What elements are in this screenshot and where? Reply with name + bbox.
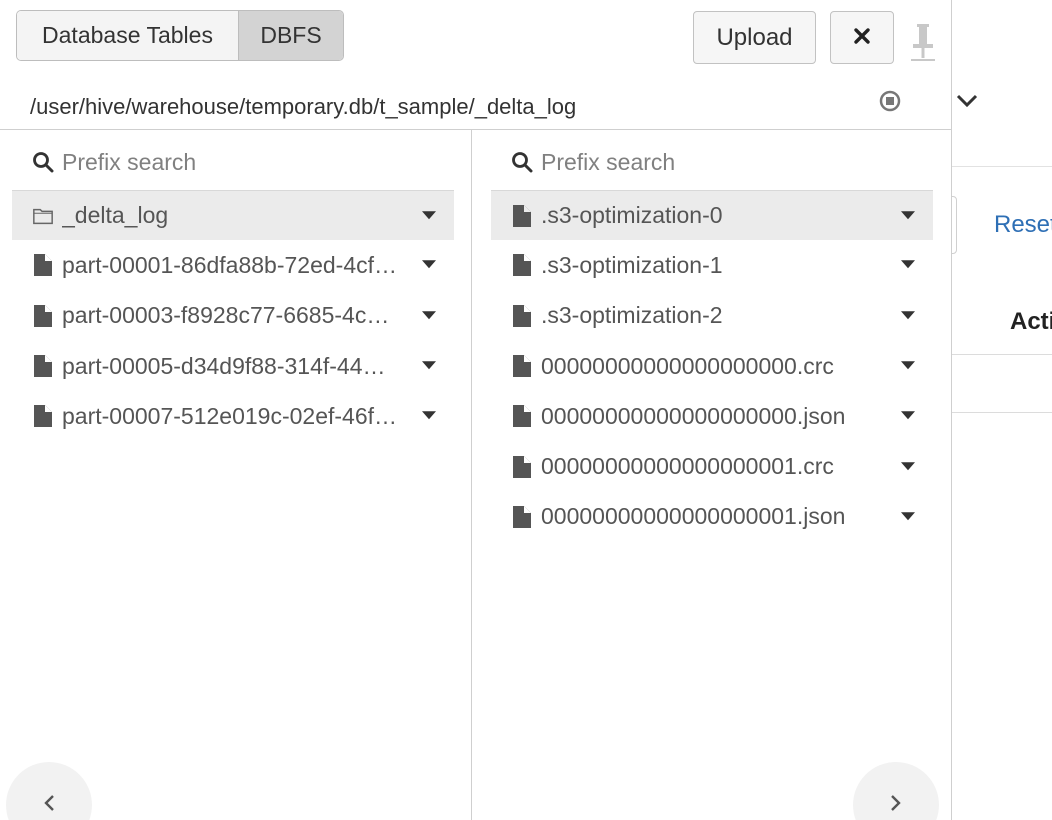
file-icon (32, 304, 54, 328)
chevron-down-icon[interactable] (422, 411, 436, 420)
item-name: .s3-optimization-1 (541, 251, 723, 278)
file-icon (511, 455, 533, 479)
divider (952, 354, 1052, 355)
close-button[interactable] (830, 11, 894, 64)
reset-link[interactable]: Reset (994, 211, 1052, 239)
divider (952, 412, 1052, 413)
file-list-right: .s3-optimization-0 .s3-optimization-1 .s… (491, 190, 933, 542)
item-name: .s3-optimization-0 (541, 202, 723, 229)
file-icon (32, 253, 54, 277)
item-name: 00000000000000000000.crc (541, 352, 834, 379)
actions-column-header: Acti (1010, 308, 1052, 335)
tab-dbfs[interactable]: DBFS (239, 11, 343, 60)
background-page: Reset Acti (952, 0, 1052, 820)
stop-icon[interactable] (879, 90, 901, 112)
list-item[interactable]: .s3-optimization-1 (491, 240, 933, 290)
search-placeholder: Prefix search (62, 148, 197, 175)
tab-database-tables[interactable]: Database Tables (17, 11, 239, 60)
item-name: 00000000000000000001.crc (541, 453, 834, 480)
chevron-down-icon[interactable] (901, 361, 915, 370)
right-column: Prefix search .s3-optimization-0 .s3-opt… (473, 130, 952, 820)
item-name: part-00003-f8928c77-6685-4c… (62, 302, 390, 329)
left-column: Prefix search _delta_log part-00001-86df… (0, 130, 472, 820)
chevron-down-icon[interactable] (422, 310, 436, 319)
search-icon (512, 152, 533, 173)
upload-button[interactable]: Upload (693, 11, 816, 64)
prefix-search-right[interactable]: Prefix search (511, 144, 675, 180)
chevron-down-icon[interactable] (901, 310, 915, 319)
chevron-down-icon[interactable] (422, 361, 436, 370)
item-name: part-00005-d34d9f88-314f-44… (62, 352, 386, 379)
file-icon (32, 354, 54, 378)
item-name: .s3-optimization-2 (541, 302, 723, 329)
list-item[interactable]: _delta_log (12, 190, 454, 241)
chevron-down-icon[interactable] (901, 512, 915, 521)
chevron-right-icon (891, 795, 901, 811)
chevron-down-icon[interactable] (422, 210, 436, 219)
background-input[interactable] (952, 196, 957, 254)
file-icon (511, 354, 533, 378)
item-name: part-00001-86dfa88b-72ed-4cf… (62, 251, 398, 278)
item-name: 00000000000000000001.json (541, 503, 846, 530)
list-item[interactable]: 00000000000000000001.json (491, 492, 933, 542)
close-icon (853, 24, 871, 52)
source-tabs: Database Tables DBFS (16, 10, 344, 61)
list-item[interactable]: part-00003-f8928c77-6685-4c… (12, 291, 454, 341)
file-icon (511, 404, 533, 428)
list-item[interactable]: part-00005-d34d9f88-314f-44… (12, 341, 454, 391)
chevron-down-icon[interactable] (422, 260, 436, 269)
pin-icon[interactable] (909, 22, 937, 64)
chevron-left-icon (44, 795, 54, 811)
list-item[interactable]: 00000000000000000000.crc (491, 341, 933, 391)
chevron-down-icon[interactable] (952, 86, 982, 116)
file-icon (511, 253, 533, 277)
folder-icon (32, 204, 54, 228)
item-name: 00000000000000000000.json (541, 402, 846, 429)
current-path: /user/hive/warehouse/temporary.db/t_samp… (30, 94, 577, 119)
chevron-down-icon[interactable] (901, 461, 915, 470)
item-name: _delta_log (62, 202, 169, 229)
divider (952, 166, 1052, 167)
list-item[interactable]: part-00001-86dfa88b-72ed-4cf… (12, 240, 454, 290)
list-item[interactable]: part-00007-512e019c-02ef-46f… (12, 391, 454, 441)
list-item[interactable]: .s3-optimization-0 (491, 190, 933, 241)
file-icon (511, 505, 533, 529)
chevron-down-icon[interactable] (901, 411, 915, 420)
search-placeholder: Prefix search (541, 148, 676, 175)
list-item[interactable]: 00000000000000000000.json (491, 391, 933, 441)
prefix-search-left[interactable]: Prefix search (32, 144, 196, 180)
list-item[interactable]: .s3-optimization-2 (491, 291, 933, 341)
item-name: part-00007-512e019c-02ef-46f… (62, 402, 398, 429)
file-icon (32, 404, 54, 428)
search-icon (33, 152, 54, 173)
file-icon (511, 204, 533, 228)
chevron-down-icon[interactable] (901, 260, 915, 269)
dbfs-browser-panel: Database Tables DBFS Upload /user/hive/w… (0, 0, 952, 820)
list-item[interactable]: 00000000000000000001.crc (491, 441, 933, 491)
file-icon (511, 304, 533, 328)
file-list-left: _delta_log part-00001-86dfa88b-72ed-4cf…… (12, 190, 454, 441)
chevron-down-icon[interactable] (901, 210, 915, 219)
